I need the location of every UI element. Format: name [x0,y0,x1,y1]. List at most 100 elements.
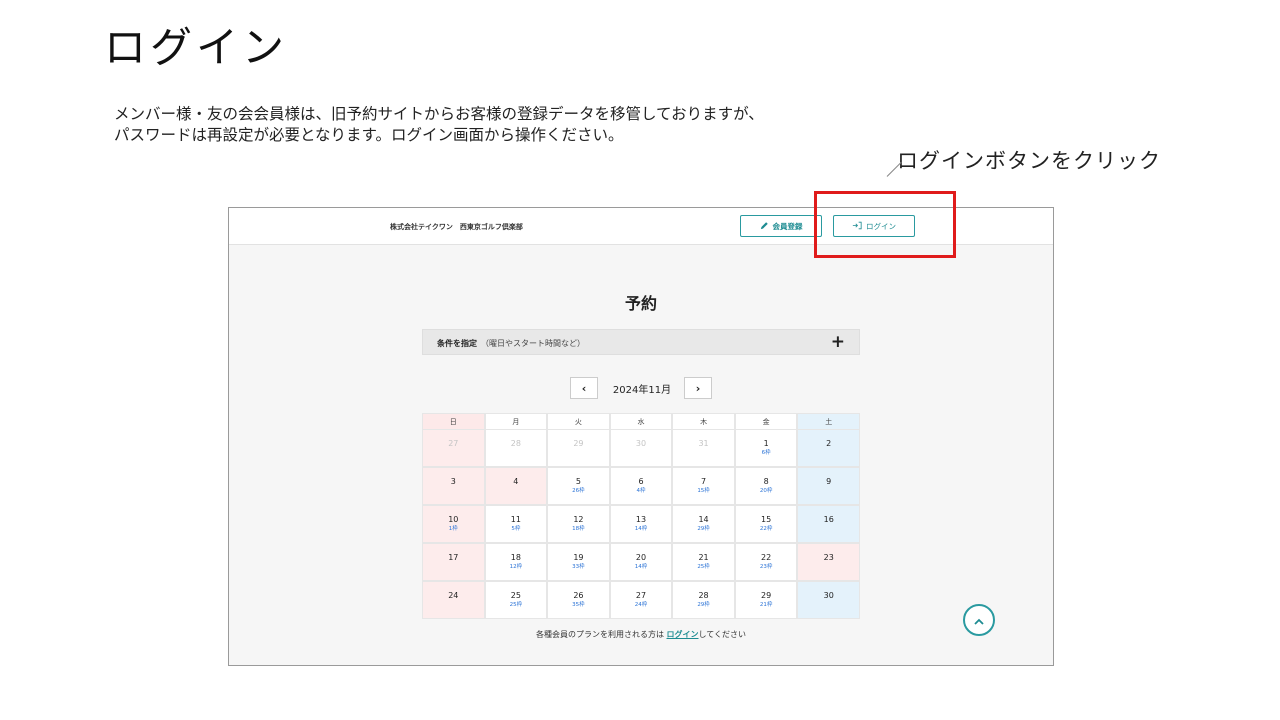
slot-count: 35枠 [572,602,585,608]
calendar-day-cell[interactable]: 25 25枠 [484,581,548,619]
calendar-day-cell[interactable]: 15 22枠 [734,505,798,543]
day-number: 1 [763,439,769,448]
day-number: 30 [635,439,647,448]
calendar-day-cell[interactable]: 23 [797,543,860,581]
calendar-day-cell[interactable]: 20 14枠 [609,543,673,581]
slot-count: 25枠 [509,602,523,608]
day-number: 16 [823,515,834,524]
calendar-day-cell[interactable]: 13 14枠 [609,505,673,543]
slot-count: 5枠 [511,526,521,532]
calendar-day-cell[interactable]: 30 [609,429,673,467]
calendar-day-cell[interactable]: 31 [672,429,735,467]
filter-accordion[interactable]: 条件を指定 （曜日やスタート時間など） + [422,329,860,355]
calendar-day-cell[interactable]: 21 25枠 [672,543,735,581]
slot-count: 14枠 [634,526,648,532]
calendar-day-cell[interactable]: 22 23枠 [734,543,798,581]
day-number: 3 [450,477,456,486]
calendar-day-cell[interactable]: 7 15枠 [672,467,735,505]
notice-login-link[interactable]: ログイン [667,630,699,639]
slot-count: 22枠 [759,526,773,532]
filter-label-main: 条件を指定 [437,339,477,348]
day-number: 27 [635,591,647,600]
calendar-day-cell[interactable]: 18 12枠 [484,543,548,581]
calendar-day-cell[interactable]: 4 [484,467,548,505]
calendar-grid: 27 28 29 30 31 1 6枠 2 3 4 5 26枠 6 4枠 7 15枠 8 20枠 9 10 1枠 11 5枠… [422,429,860,619]
day-number: 4 [513,477,519,486]
slot-count: 33枠 [572,564,585,570]
calendar-day-cell[interactable]: 3 [422,467,485,505]
notice-text-before: 各種会員のプランを利用される方は [535,630,667,639]
day-number: 8 [763,477,769,486]
calendar-day-cell[interactable]: 6 4枠 [609,467,673,505]
slot-count: 26枠 [572,488,585,494]
day-number: 14 [698,515,709,524]
slot-count: 12枠 [509,564,523,570]
day-number: 30 [823,591,834,600]
calendar-day-cell[interactable]: 17 [422,543,485,581]
day-number: 28 [698,591,709,600]
calendar: 日 月 火 水 木 金 土 27 28 29 30 31 1 6枠 2 3 4 5 26枠 6 4枠 7 15… [422,413,860,619]
notice-text-after: してください [698,630,747,639]
calendar-day-cell[interactable]: 26 35枠 [547,581,610,619]
slide-description: メンバー様・友の会会員様は、旧予約サイトからお客様の登録データを移管しております… [114,104,764,146]
login-notice: 各種会員のプランを利用される方は ログインしてください [229,629,1053,640]
day-number: 9 [826,477,832,486]
calendar-day-cell[interactable]: 29 [547,429,610,467]
slot-count: 29枠 [697,526,710,532]
description-line-2: パスワードは再設定が必要となります。ログイン画面から操作ください。 [114,126,624,144]
calendar-day-cell[interactable]: 10 1枠 [422,505,485,543]
day-number: 24 [448,591,459,600]
slot-count: 20枠 [759,488,773,494]
slot-count: 15枠 [697,488,710,494]
calendar-day-cell[interactable]: 1 6枠 [734,429,798,467]
description-line-1: メンバー様・友の会会員様は、旧予約サイトからお客様の登録データを移管しております… [114,105,764,123]
calendar-day-cell[interactable]: 12 18枠 [547,505,610,543]
calendar-day-cell[interactable]: 16 [797,505,860,543]
day-number: 23 [823,553,834,562]
slot-count: 1枠 [448,526,458,532]
embedded-screenshot: 株式会社テイクワン 西東京ゴルフ倶楽部 会員登録 ログイン 予約 条件を指定 （曜… [228,207,1054,666]
day-number: 2 [826,439,832,448]
day-number: 27 [448,439,459,448]
calendar-day-cell[interactable]: 5 26枠 [547,467,610,505]
day-number: 19 [573,553,584,562]
filter-label: 条件を指定 （曜日やスタート時間など） [437,338,585,349]
calendar-day-cell[interactable]: 24 [422,581,485,619]
slot-count: 29枠 [697,602,710,608]
calendar-day-cell[interactable]: 9 [797,467,860,505]
day-number: 29 [573,439,584,448]
calendar-day-cell[interactable]: 11 5枠 [484,505,548,543]
calendar-day-cell[interactable]: 2 [797,429,860,467]
slot-count: 14枠 [634,564,648,570]
day-number: 21 [698,553,709,562]
register-button[interactable]: 会員登録 [740,215,822,237]
day-number: 12 [573,515,584,524]
day-number: 26 [573,591,584,600]
calendar-day-cell[interactable]: 19 33枠 [547,543,610,581]
calendar-day-cell[interactable]: 27 24枠 [609,581,673,619]
calendar-day-cell[interactable]: 14 29枠 [672,505,735,543]
day-number: 15 [761,515,772,524]
day-number: 11 [510,515,521,524]
slot-count: 21枠 [759,602,773,608]
scroll-to-top-button[interactable] [963,604,995,636]
company-name: 株式会社テイクワン 西東京ゴルフ倶楽部 [390,223,523,231]
pencil-icon [760,221,769,232]
day-number: 20 [635,553,647,562]
calendar-day-cell[interactable]: 30 [797,581,860,619]
slide-title: ログイン [104,23,289,72]
day-number: 6 [638,477,644,486]
day-number: 13 [635,515,647,524]
slot-count: 6枠 [761,450,771,456]
prev-month-button[interactable]: ‹ [570,377,598,399]
calendar-day-cell[interactable]: 8 20枠 [734,467,798,505]
month-label: 2024年11月 [612,385,672,396]
calendar-day-cell[interactable]: 28 29枠 [672,581,735,619]
next-month-button[interactable]: › [684,377,712,399]
calendar-day-cell[interactable]: 28 [484,429,548,467]
calendar-day-cell[interactable]: 29 21枠 [734,581,798,619]
calendar-day-cell[interactable]: 27 [422,429,485,467]
filter-label-sub: （曜日やスタート時間など） [481,339,585,348]
plus-icon[interactable]: + [831,332,845,352]
day-number: 17 [448,553,459,562]
